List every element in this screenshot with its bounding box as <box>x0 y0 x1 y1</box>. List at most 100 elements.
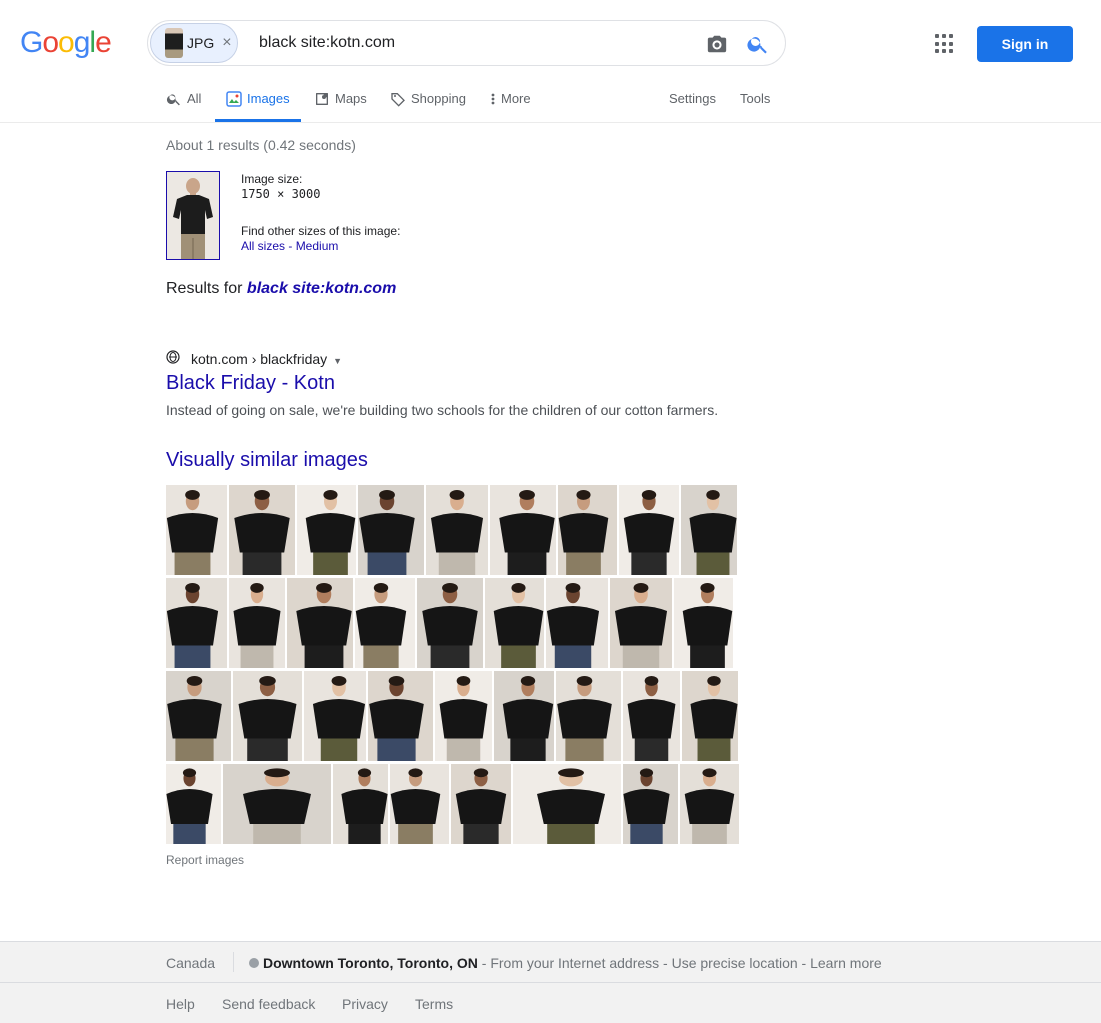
footer-link-privacy[interactable]: Privacy <box>342 996 388 1012</box>
breadcrumb-text: kotn.com › blackfriday <box>191 351 328 367</box>
tshirt-photo <box>167 172 219 259</box>
similar-image-tile[interactable] <box>623 671 680 761</box>
search-icon <box>166 94 180 106</box>
google-logo[interactable]: Google <box>20 26 112 60</box>
result-breadcrumb[interactable]: kotn.com › blackfriday ▼ <box>191 351 342 367</box>
chip-label: JPG <box>187 35 215 51</box>
person-photo <box>287 578 353 668</box>
similar-image-tile[interactable] <box>558 485 617 575</box>
person-photo <box>513 764 621 844</box>
tab-label: Maps <box>335 91 367 106</box>
report-images-link[interactable]: Report images <box>166 853 244 867</box>
chevron-down-icon[interactable]: ▼ <box>333 356 342 366</box>
person-photo <box>681 485 737 575</box>
map-icon <box>316 93 328 105</box>
similar-image-tile[interactable] <box>680 764 739 844</box>
person-photo <box>304 671 366 761</box>
person-photo <box>358 485 424 575</box>
similar-image-tile[interactable] <box>166 578 227 668</box>
person-photo <box>355 578 415 668</box>
camera-icon[interactable] <box>706 33 728 55</box>
settings-link[interactable]: Settings <box>669 91 716 106</box>
similar-image-tile[interactable] <box>417 578 483 668</box>
person-photo <box>490 485 556 575</box>
image-icon <box>226 91 242 107</box>
similar-image-tile[interactable] <box>166 764 221 844</box>
result-title-link[interactable]: Black Friday - Kotn <box>166 372 335 395</box>
search-input[interactable]: black site:kotn.com <box>259 34 395 52</box>
person-photo <box>233 671 302 761</box>
logo-letter-3: o <box>58 26 75 59</box>
similar-image-tile[interactable] <box>233 671 302 761</box>
similar-image-tile[interactable] <box>490 485 556 575</box>
location-details[interactable]: - From your Internet address - Use preci… <box>478 955 882 971</box>
all-sizes-link[interactable]: All sizes <box>241 239 285 253</box>
similar-image-tile[interactable] <box>681 485 737 575</box>
image-size-label: Image size: <box>241 172 303 186</box>
footer-location-row: Canada Downtown Toronto, Toronto, ON - F… <box>0 942 1101 983</box>
similar-image-tile[interactable] <box>333 764 388 844</box>
similar-image-tile[interactable] <box>619 485 679 575</box>
footer-country: Canada <box>166 955 216 971</box>
similar-image-tile[interactable] <box>435 671 492 761</box>
similar-image-tile[interactable] <box>223 764 331 844</box>
chip-close-icon[interactable]: × <box>222 34 231 52</box>
tab-images[interactable]: Images <box>215 86 301 122</box>
tab-label: More <box>501 91 531 106</box>
similar-image-tile[interactable] <box>390 764 449 844</box>
similar-image-tile[interactable] <box>426 485 488 575</box>
search-icon[interactable] <box>746 32 770 56</box>
results-for-query-link[interactable]: black site:kotn.com <box>247 280 396 297</box>
person-photo <box>674 578 733 668</box>
similar-image-tile[interactable] <box>610 578 672 668</box>
footer-link-terms[interactable]: Terms <box>415 996 453 1012</box>
similar-image-tile[interactable] <box>166 671 231 761</box>
similar-image-tile[interactable] <box>451 764 511 844</box>
apps-grid-icon[interactable] <box>935 34 955 54</box>
person-photo <box>451 764 511 844</box>
person-photo <box>229 578 285 668</box>
similar-image-tile[interactable] <box>682 671 738 761</box>
footer-location: Downtown Toronto, Toronto, ON - From you… <box>263 955 882 971</box>
footer-link-feedback[interactable]: Send feedback <box>222 996 315 1012</box>
similar-images-heading[interactable]: Visually similar images <box>166 449 368 472</box>
similar-image-tile[interactable] <box>304 671 366 761</box>
query-image-thumbnail[interactable] <box>166 171 220 260</box>
person-photo <box>166 578 227 668</box>
similar-image-tile[interactable] <box>556 671 621 761</box>
tab-maps[interactable]: Maps <box>314 86 367 122</box>
similar-image-tile[interactable] <box>229 485 295 575</box>
logo-letter-1: G <box>20 26 43 59</box>
more-vertical-icon <box>491 93 495 105</box>
tab-label: Shopping <box>411 91 466 106</box>
similar-image-tile[interactable] <box>368 671 433 761</box>
similar-image-tile[interactable] <box>287 578 353 668</box>
sign-in-button[interactable]: Sign in <box>977 26 1073 62</box>
person-photo <box>426 485 488 575</box>
person-photo <box>558 485 617 575</box>
similar-image-tile[interactable] <box>358 485 424 575</box>
search-image-chip[interactable]: JPG × <box>150 23 238 63</box>
similar-image-tile[interactable] <box>297 485 356 575</box>
tab-all[interactable]: All <box>166 86 201 122</box>
search-box[interactable]: JPG × black site:kotn.com <box>147 20 786 66</box>
size-separator: - <box>285 239 296 253</box>
medium-size-link[interactable]: Medium <box>296 239 339 253</box>
similar-image-tile[interactable] <box>355 578 415 668</box>
similar-image-tile[interactable] <box>166 485 227 575</box>
similar-image-tile[interactable] <box>513 764 621 844</box>
person-photo <box>546 578 608 668</box>
tools-link[interactable]: Tools <box>740 91 770 106</box>
footer-link-help[interactable]: Help <box>166 996 195 1012</box>
tab-more[interactable]: More <box>490 86 531 122</box>
similar-image-tile[interactable] <box>485 578 544 668</box>
footer-divider <box>233 952 234 972</box>
person-photo <box>368 671 433 761</box>
similar-image-tile[interactable] <box>229 578 285 668</box>
person-photo <box>680 764 739 844</box>
tab-shopping[interactable]: Shopping <box>390 86 466 122</box>
similar-image-tile[interactable] <box>494 671 554 761</box>
similar-image-tile[interactable] <box>674 578 733 668</box>
similar-image-tile[interactable] <box>623 764 678 844</box>
similar-image-tile[interactable] <box>546 578 608 668</box>
